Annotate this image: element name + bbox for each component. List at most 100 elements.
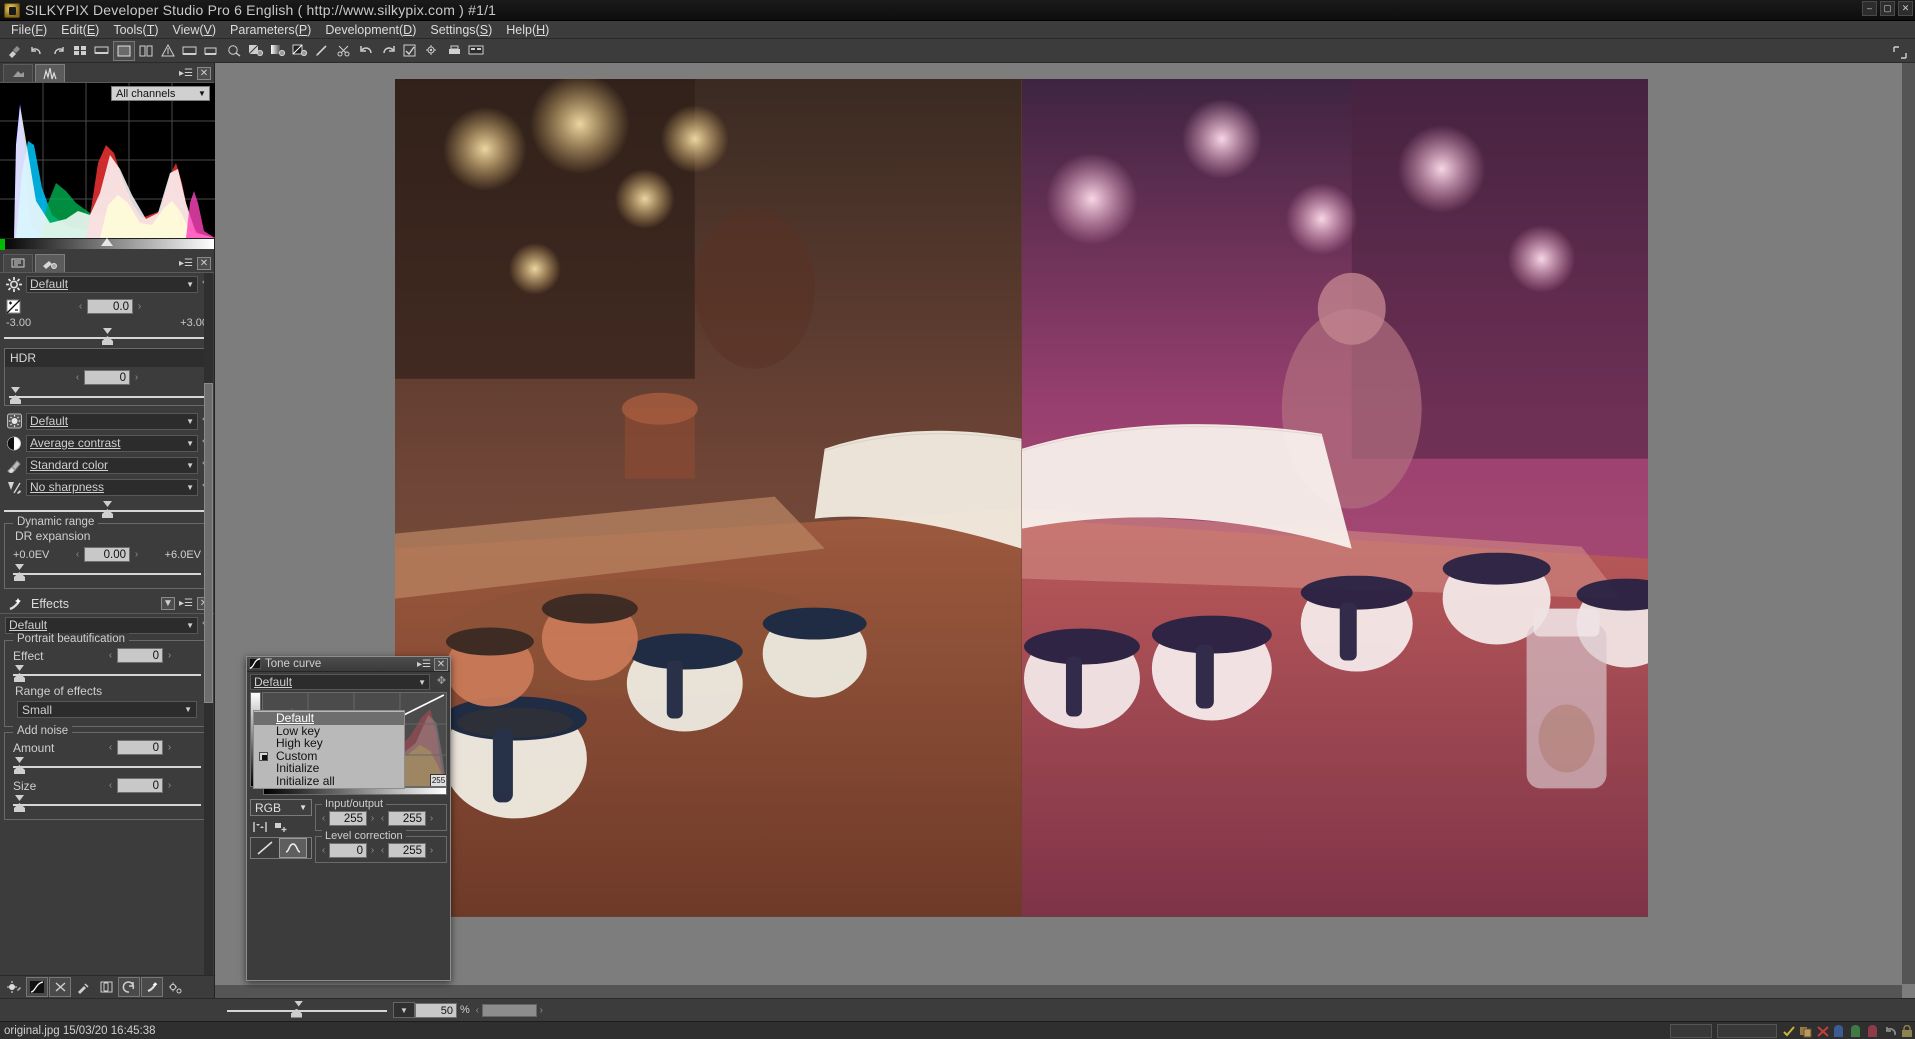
tone-curve-tool-icon[interactable] [26, 977, 48, 997]
tone-curve-dialog[interactable]: Tone curve ▸☰ ✕ Default ▼ ✥ Default Low … [246, 656, 451, 981]
pen-icon[interactable] [311, 41, 333, 61]
input-decrement-button[interactable]: ‹ [319, 813, 328, 824]
lock-icon[interactable] [1901, 1024, 1913, 1038]
tone-curve-taste-dropdown[interactable]: Default Low key High key Custom Initiali… [253, 710, 405, 789]
level-low-decrement-button[interactable]: ‹ [319, 845, 328, 856]
menu-item-help[interactable]: Help(H) [499, 22, 556, 38]
hdr-value-field[interactable]: 0 [84, 370, 130, 385]
menu-button[interactable]: ▸☰ [179, 257, 193, 270]
single-view-icon[interactable] [91, 41, 113, 61]
noise-amount-decrement-button[interactable]: ‹ [106, 742, 115, 753]
compare-icon[interactable] [157, 41, 179, 61]
exposure-icon[interactable] [245, 41, 267, 61]
input-increment-button[interactable]: › [368, 813, 377, 824]
channel-selector[interactable]: All channels ▼ [111, 86, 210, 101]
brush-icon[interactable] [3, 41, 25, 61]
menu-item-view[interactable]: View(V) [166, 22, 224, 38]
reset-icon[interactable] [118, 977, 140, 997]
white-balance-icon[interactable] [267, 41, 289, 61]
more-settings-icon[interactable] [164, 977, 186, 997]
rotate-right-icon[interactable] [377, 41, 399, 61]
hdr-increment-button[interactable]: › [132, 372, 141, 383]
exposure-decrement-button[interactable]: ‹ [76, 301, 85, 312]
exposure-tab[interactable] [3, 64, 33, 82]
zoom-slider[interactable] [227, 1000, 387, 1019]
zoom-preset-dropdown[interactable]: ▼ [393, 1002, 415, 1018]
level-low-value-field[interactable]: 0 [329, 843, 367, 858]
maximize-button[interactable]: ▢ [1880, 1, 1895, 16]
comment-tab[interactable] [3, 254, 33, 272]
exposure-increment-button[interactable]: › [135, 301, 144, 312]
rotate-left-icon[interactable] [355, 41, 377, 61]
close-button[interactable]: ✕ [197, 67, 211, 80]
noise-size-value-field[interactable]: 0 [117, 778, 163, 793]
close-button[interactable]: ✕ [1898, 1, 1913, 16]
portrait-effect-value-field[interactable]: 0 [117, 648, 163, 663]
undo-icon[interactable] [1884, 1025, 1896, 1038]
dropdown-item-custom[interactable]: Custom [254, 749, 404, 763]
white-balance-combo[interactable]: Default ▼ [26, 412, 198, 430]
delete-icon[interactable] [1816, 1025, 1829, 1038]
adjust-tab[interactable] [35, 254, 65, 272]
zoom-icon[interactable] [223, 41, 245, 61]
hdr-slider[interactable] [9, 387, 205, 405]
menu-item-parameters[interactable]: Parameters(P) [223, 22, 318, 38]
level-high-value-field[interactable]: 255 [388, 843, 426, 858]
zoom-increment-button[interactable]: › [537, 1005, 546, 1016]
parameters-scrollbar[interactable] [204, 273, 213, 975]
settings-icon[interactable] [421, 41, 443, 61]
dropdown-item-initialize[interactable]: Initialize [254, 761, 404, 775]
output-value-field[interactable]: 255 [388, 811, 426, 826]
color-combo[interactable]: Standard color ▼ [26, 456, 198, 474]
preview-view-icon[interactable] [113, 40, 135, 61]
retouch-icon[interactable] [141, 977, 163, 997]
portrait-effect-slider[interactable] [13, 665, 201, 683]
minimize-button[interactable]: – [1862, 1, 1877, 16]
histogram-marker[interactable] [101, 238, 113, 246]
add-tone-curve-taste-button[interactable]: ✥ [436, 675, 447, 688]
dropdown-item-low-key[interactable]: Low key [254, 724, 404, 738]
dropdown-item-initialize-all[interactable]: Initialize all [254, 774, 404, 788]
dr-slider[interactable] [13, 564, 201, 582]
zoom-value-field[interactable]: 50 [415, 1002, 457, 1018]
zoom-scrollbar[interactable] [481, 1003, 537, 1017]
dropdown-item-default[interactable]: Default [254, 711, 404, 725]
close-button[interactable]: ✕ [197, 257, 211, 270]
histogram-tab[interactable] [35, 64, 65, 82]
noise-amount-value-field[interactable]: 0 [117, 740, 163, 755]
marker-green-icon[interactable] [1850, 1024, 1862, 1038]
thumbnail-grid-icon[interactable] [69, 41, 91, 61]
photo-preview[interactable] [395, 79, 1648, 917]
input-value-field[interactable]: 255 [329, 811, 367, 826]
hdr-decrement-button[interactable]: ‹ [73, 372, 82, 383]
full-screen-icon[interactable] [179, 41, 201, 61]
level-high-decrement-button[interactable]: ‹ [378, 845, 387, 856]
output-decrement-button[interactable]: ‹ [378, 813, 387, 824]
level-high-increment-button[interactable]: › [427, 845, 436, 856]
noise-size-decrement-button[interactable]: ‹ [106, 780, 115, 791]
crop-icon[interactable] [333, 41, 355, 61]
menu-item-file[interactable]: File(F) [4, 22, 54, 38]
undo-icon[interactable] [25, 41, 47, 61]
level-low-increment-button[interactable]: › [368, 845, 377, 856]
copy-icon[interactable] [1799, 1025, 1812, 1038]
menu-item-development[interactable]: Development(D) [318, 22, 423, 38]
scrollbar-thumb[interactable] [204, 383, 213, 703]
portrait-effect-increment-button[interactable]: › [165, 650, 174, 661]
tone-curve-icon[interactable] [289, 41, 311, 61]
add-point-icon[interactable] [273, 820, 288, 834]
noise-amount-increment-button[interactable]: › [165, 742, 174, 753]
screen-fit-icon[interactable] [201, 41, 223, 61]
exposure-slider[interactable] [4, 328, 210, 346]
white-balance-tool-icon[interactable] [3, 977, 25, 997]
print-icon[interactable] [443, 41, 465, 61]
curve-handle-high[interactable]: 255 [430, 774, 446, 786]
dropdown-item-high-key[interactable]: High key [254, 736, 404, 750]
tone-curve-taste-combo[interactable]: Default ▼ [250, 674, 430, 690]
menu-item-tools[interactable]: Tools(T) [106, 22, 165, 38]
dr-value-field[interactable]: 0.00 [84, 547, 130, 562]
image-horizontal-scrollbar[interactable] [215, 985, 1902, 998]
close-button[interactable]: ✕ [434, 657, 448, 671]
histogram-gradient-bar[interactable] [0, 238, 214, 250]
split-view-icon[interactable] [135, 41, 157, 61]
